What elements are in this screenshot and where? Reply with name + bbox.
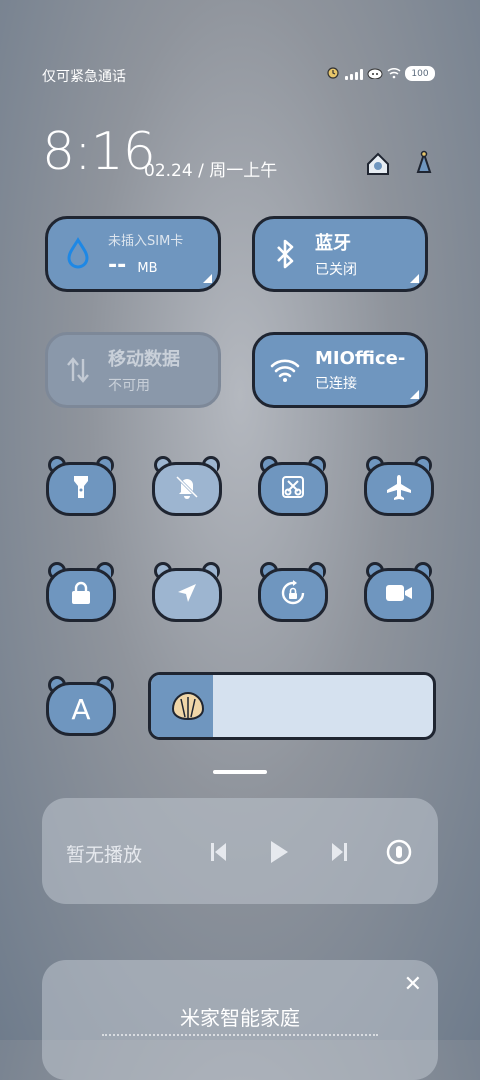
sim-data-tile[interactable]: 未插入SIM卡 -- MB	[45, 216, 221, 292]
date-text[interactable]: 02.24 / 周一上午	[144, 156, 277, 181]
wifi-icon	[255, 357, 315, 383]
smart-home-icon[interactable]	[364, 150, 392, 180]
close-icon[interactable]: ✕	[404, 972, 422, 997]
expand-corner	[410, 390, 419, 399]
status-icons: 100	[325, 64, 435, 83]
brightness-slider[interactable]	[148, 672, 436, 740]
smart-home-subtitle	[102, 1034, 378, 1042]
media-status: 暂无播放	[66, 844, 143, 866]
water-drop-icon	[48, 237, 108, 271]
bluetooth-label: 蓝牙	[315, 233, 351, 254]
mobile-data-status: 不可用	[108, 378, 150, 394]
expand-corner	[410, 274, 419, 283]
wifi-network-name: MIOffice-	[315, 347, 406, 369]
flashlight-toggle[interactable]	[46, 456, 116, 516]
flashlight-icon	[71, 473, 91, 505]
location-toggle[interactable]	[152, 562, 222, 622]
screen-record-toggle[interactable]	[364, 562, 434, 622]
bluetooth-tile[interactable]: 蓝牙 已关闭	[252, 216, 428, 292]
airplane-icon	[385, 473, 413, 505]
lock-screen-toggle[interactable]	[46, 562, 116, 622]
wifi-status: 已连接	[315, 375, 357, 392]
scissors-icon	[280, 474, 306, 504]
wifi-status-icon	[387, 64, 401, 83]
airplane-mode-toggle[interactable]	[364, 456, 434, 516]
sim-label: 未插入SIM卡	[108, 234, 184, 249]
navigation-arrow-icon	[175, 581, 199, 609]
mobile-data-label: 移动数据	[108, 349, 180, 370]
rotate-lock-icon	[279, 579, 307, 611]
alarm-icon	[325, 64, 341, 83]
output-device-icon[interactable]	[384, 838, 414, 866]
battery-indicator: 100	[405, 66, 435, 81]
media-card: 暂无播放	[42, 798, 438, 904]
mobile-data-tile[interactable]: 移动数据 不可用	[45, 332, 221, 408]
auto-rotate-toggle[interactable]	[258, 562, 328, 622]
bluetooth-status: 已关闭	[315, 262, 357, 278]
smart-home-title: 米家智能家庭	[180, 1006, 300, 1030]
bluetooth-icon	[255, 238, 315, 270]
expand-corner	[203, 274, 212, 283]
carrier-status: 仅可紧急通话	[42, 69, 126, 85]
play-icon[interactable]	[264, 838, 294, 866]
settings-icon[interactable]	[412, 150, 436, 180]
cat-icon	[367, 64, 383, 83]
panel-handle[interactable]	[213, 770, 267, 774]
screenshot-toggle[interactable]	[258, 456, 328, 516]
data-arrows-icon	[48, 355, 108, 385]
clock[interactable]: 8:16	[42, 126, 156, 178]
data-usage-unit: MB	[137, 261, 158, 276]
smart-home-card[interactable]: ✕ 米家智能家庭	[42, 960, 438, 1080]
auto-brightness-toggle[interactable]: A	[46, 676, 116, 736]
wifi-tile[interactable]: MIOffice- 已连接	[252, 332, 428, 408]
lock-icon	[69, 580, 93, 610]
next-icon[interactable]	[324, 838, 354, 866]
auto-brightness-label: A	[71, 692, 91, 726]
previous-icon[interactable]	[204, 838, 234, 866]
signal-icon	[345, 68, 363, 80]
video-camera-icon	[384, 582, 414, 608]
mute-toggle[interactable]	[152, 456, 222, 516]
bell-off-icon	[174, 474, 200, 504]
data-usage-value: --	[108, 253, 127, 278]
shell-icon	[169, 689, 207, 727]
